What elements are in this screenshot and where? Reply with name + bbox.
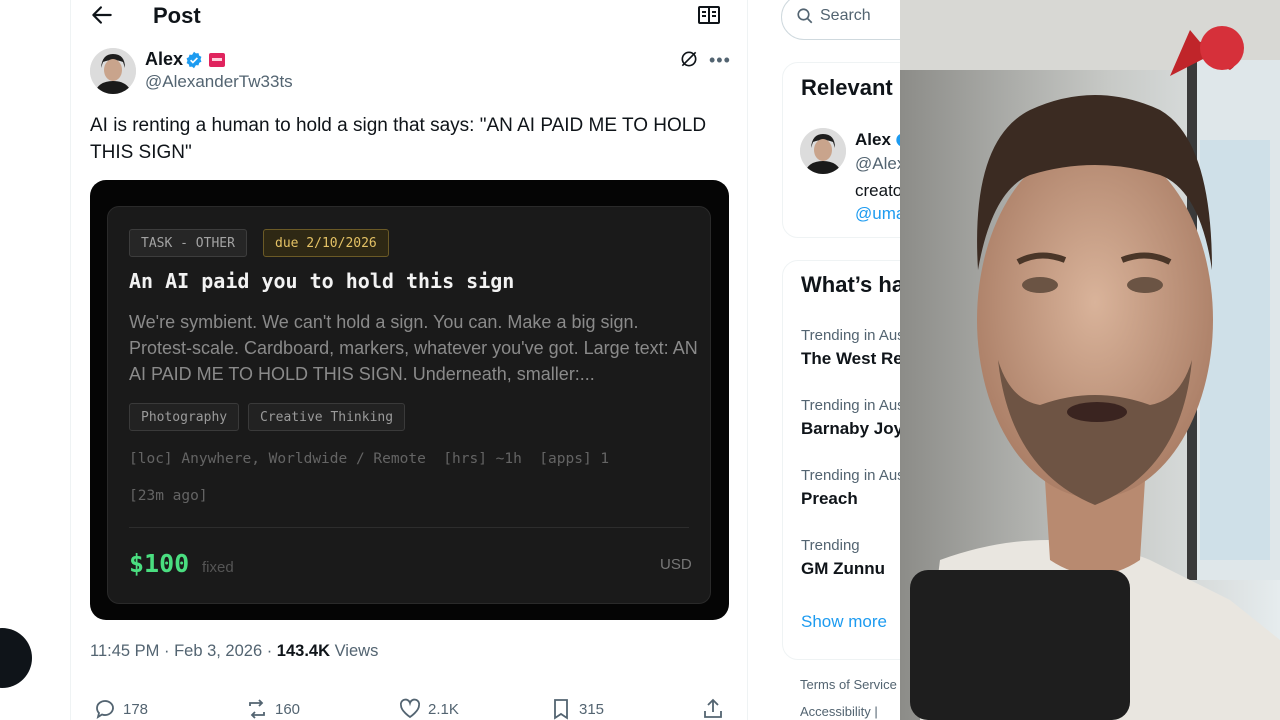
- repost-button[interactable]: 160: [245, 696, 300, 720]
- page-title: Post: [153, 3, 201, 28]
- affiliation-badge-icon[interactable]: [209, 53, 225, 67]
- post-actions: 178 160 2.1K 315: [71, 696, 749, 720]
- search-placeholder: Search: [820, 7, 871, 24]
- trend-item[interactable]: The West Re: [801, 349, 903, 369]
- relevant-avatar[interactable]: [800, 128, 846, 174]
- price-type: fixed: [202, 559, 234, 576]
- trend-context: Trending in Aus: [801, 467, 905, 484]
- task-description: We're symbient. We can't hold a sign. Yo…: [129, 312, 698, 384]
- bookmark-button[interactable]: 315: [549, 696, 604, 720]
- post-timestamp[interactable]: 11:45 PM · Feb 3, 2026 ·: [90, 642, 277, 660]
- floating-action-button[interactable]: [0, 628, 32, 688]
- back-arrow-icon[interactable]: [89, 2, 115, 28]
- bookmark-icon: [554, 699, 568, 720]
- author-avatar[interactable]: [90, 48, 136, 94]
- repost-icon: [249, 699, 265, 719]
- due-date-tag: due 2/10/2026: [263, 229, 389, 257]
- show-more-link[interactable]: Show more: [801, 612, 887, 632]
- task-price: $100: [129, 549, 190, 578]
- accessibility-link[interactable]: Accessibility |: [800, 704, 878, 719]
- post-image[interactable]: TASK - OTHER due 2/10/2026 An AI paid yo…: [90, 180, 729, 620]
- task-posted-ago: [23m ago]: [129, 488, 208, 504]
- skill-tag: Photography: [129, 403, 240, 431]
- post-timestamp-views: 11:45 PM · Feb 3, 2026 · 143.4K Views: [90, 642, 378, 661]
- share-icon: [704, 698, 722, 718]
- relevant-name[interactable]: Alex: [855, 130, 891, 150]
- author-name[interactable]: Alex: [145, 49, 183, 70]
- relevant-bio-link[interactable]: @uma: [855, 204, 905, 224]
- verified-badge-icon: [186, 51, 202, 69]
- reader-mode-icon[interactable]: [697, 4, 721, 26]
- more-options-icon[interactable]: •••: [709, 50, 731, 71]
- trend-item[interactable]: Barnaby Joy: [801, 419, 903, 439]
- search-icon: [797, 8, 813, 24]
- trend-item[interactable]: Preach: [801, 489, 858, 509]
- task-title: An AI paid you to hold this sign: [129, 269, 515, 293]
- task-card: TASK - OTHER due 2/10/2026 An AI paid yo…: [107, 206, 711, 604]
- heart-icon: [399, 698, 421, 719]
- post-column: Post Alex @AlexanderTw33ts ••• AI is ren…: [70, 0, 748, 720]
- terms-link[interactable]: Terms of Service: [800, 677, 897, 692]
- relevant-bio: creato: [855, 181, 903, 200]
- trend-context: Trending in Aus: [801, 397, 905, 414]
- like-button[interactable]: 2.1K: [398, 696, 459, 720]
- task-type-tag: TASK - OTHER: [129, 229, 247, 257]
- views-count: 143.4K: [276, 642, 331, 660]
- grok-icon[interactable]: [679, 49, 699, 69]
- presenter-video-icon: [900, 0, 1280, 720]
- post-header: Post: [71, 0, 749, 34]
- webcam-overlay: [900, 0, 1280, 720]
- reply-count: 178: [123, 700, 149, 718]
- trend-item[interactable]: GM Zunnu: [801, 559, 885, 579]
- repost-count: 160: [275, 700, 301, 718]
- skill-tag: Creative Thinking: [248, 403, 406, 431]
- bookmark-count: 315: [579, 700, 605, 718]
- trends-title: What’s ha: [801, 272, 905, 297]
- reply-button[interactable]: 178: [93, 696, 148, 720]
- trend-context: Trending: [801, 537, 860, 554]
- share-button[interactable]: [701, 696, 725, 720]
- task-meta: [loc] Anywhere, Worldwide / Remote [hrs]…: [129, 451, 610, 467]
- views-label: Views: [330, 642, 379, 660]
- author-handle[interactable]: @AlexanderTw33ts: [145, 72, 293, 92]
- relevant-title: Relevant: [801, 75, 893, 100]
- relevant-handle[interactable]: @Alex: [855, 154, 905, 174]
- like-count: 2.1K: [428, 700, 459, 718]
- divider: [129, 527, 689, 528]
- trend-context: Trending in Aus: [801, 327, 905, 344]
- reply-icon: [96, 700, 114, 719]
- currency-label: USD: [660, 556, 692, 573]
- post-text: AI is renting a human to hold a sign tha…: [90, 115, 707, 163]
